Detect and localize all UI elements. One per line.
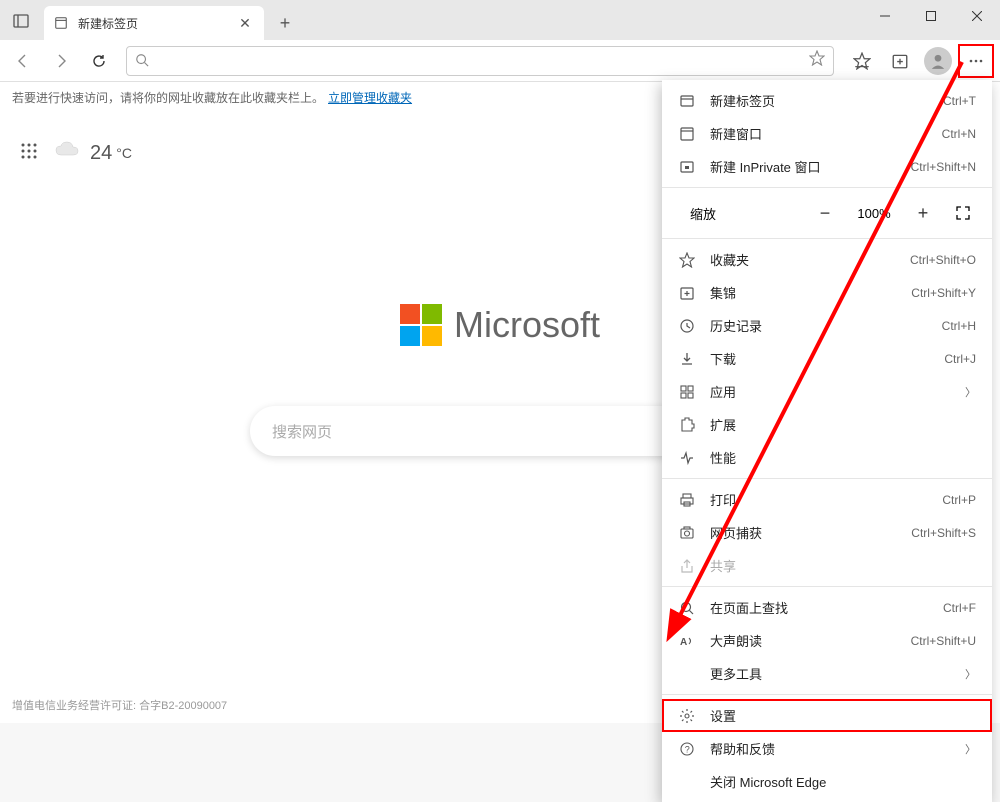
browser-tab[interactable]: 新建标签页 ✕ <box>44 6 264 40</box>
menu-new-window[interactable]: 新建窗口 Ctrl+N <box>662 117 992 150</box>
menu-print[interactable]: 打印 Ctrl+P <box>662 483 992 516</box>
gear-icon <box>678 707 696 725</box>
menu-favorites[interactable]: 收藏夹 Ctrl+Shift+O <box>662 243 992 276</box>
weather-unit: °C <box>116 145 132 161</box>
menu-close-edge[interactable]: 关闭 Microsoft Edge <box>662 765 992 798</box>
menu-history[interactable]: 历史记录 Ctrl+H <box>662 309 992 342</box>
minimize-button[interactable] <box>862 0 908 32</box>
star-icon <box>678 251 696 269</box>
help-icon: ? <box>678 740 696 758</box>
menu-extensions[interactable]: 扩展 <box>662 408 992 441</box>
window-controls <box>862 0 1000 32</box>
history-icon <box>678 317 696 335</box>
zoom-in-button[interactable]: + <box>908 198 938 228</box>
menu-apps[interactable]: 应用 〉 <box>662 375 992 408</box>
menu-collections[interactable]: 集锦 Ctrl+Shift+Y <box>662 276 992 309</box>
tab-close-icon[interactable]: ✕ <box>236 14 254 32</box>
camera-icon <box>678 524 696 542</box>
collections-menu-icon <box>678 284 696 302</box>
close-window-button[interactable] <box>954 0 1000 32</box>
bookmark-hint: 若要进行快速访问，请将你的网址收藏放在此收藏夹栏上。 <box>12 89 324 106</box>
favorites-icon[interactable] <box>844 44 880 78</box>
refresh-button[interactable] <box>82 44 116 78</box>
search-placeholder: 搜索网页 <box>272 421 332 442</box>
menu-find[interactable]: 在页面上查找 Ctrl+F <box>662 591 992 624</box>
menu-settings[interactable]: 设置 <box>662 699 992 732</box>
weather-temp: 24 <box>90 142 112 165</box>
new-tab-button[interactable]: + <box>270 8 300 38</box>
toolbar <box>0 40 1000 82</box>
collections-icon[interactable] <box>882 44 918 78</box>
inprivate-icon <box>678 158 696 176</box>
weather-widget[interactable]: 24 °C <box>54 140 132 166</box>
zoom-out-button[interactable]: − <box>810 198 840 228</box>
menu-web-capture[interactable]: 网页捕获 Ctrl+Shift+S <box>662 516 992 549</box>
menu-more-tools[interactable]: 更多工具 〉 <box>662 657 992 690</box>
more-menu-button[interactable] <box>958 44 994 78</box>
menu-read-aloud[interactable]: A 大声朗读 Ctrl+Shift+U <box>662 624 992 657</box>
menu-help[interactable]: ? 帮助和反馈 〉 <box>662 732 992 765</box>
chevron-right-icon: 〉 <box>965 384 976 400</box>
svg-text:?: ? <box>685 744 690 754</box>
apps-grid-icon[interactable] <box>20 142 38 165</box>
microsoft-logo-icon <box>400 304 442 346</box>
chevron-right-icon: 〉 <box>965 666 976 682</box>
svg-text:A: A <box>680 637 687 648</box>
forward-button[interactable] <box>44 44 78 78</box>
search-icon <box>135 53 151 69</box>
address-bar[interactable] <box>126 46 834 76</box>
tab-title: 新建标签页 <box>78 15 228 32</box>
new-window-icon <box>678 125 696 143</box>
tab-actions-icon[interactable] <box>6 6 36 36</box>
menu-downloads[interactable]: 下载 Ctrl+J <box>662 342 992 375</box>
apps-icon <box>678 383 696 401</box>
page-icon <box>54 15 70 31</box>
print-icon <box>678 491 696 509</box>
zoom-value: 100% <box>850 206 898 221</box>
menu-performance[interactable]: 性能 <box>662 441 992 474</box>
license-footer: 增值电信业务经营许可证: 合字B2-20090007 <box>12 697 227 713</box>
extensions-icon <box>678 416 696 434</box>
fullscreen-button[interactable] <box>948 205 978 221</box>
more-menu-dropdown: 新建标签页 Ctrl+T 新建窗口 Ctrl+N 新建 InPrivate 窗口… <box>662 80 992 802</box>
chevron-right-icon: 〉 <box>965 741 976 757</box>
performance-icon <box>678 449 696 467</box>
menu-new-inprivate[interactable]: 新建 InPrivate 窗口 Ctrl+Shift+N <box>662 150 992 183</box>
manage-favorites-link[interactable]: 立即管理收藏夹 <box>328 89 412 106</box>
favorite-star-icon[interactable] <box>809 50 825 71</box>
menu-new-tab[interactable]: 新建标签页 Ctrl+T <box>662 84 992 117</box>
menu-share: 共享 <box>662 549 992 582</box>
titlebar: 新建标签页 ✕ + <box>0 0 1000 40</box>
read-aloud-icon: A <box>678 632 696 650</box>
maximize-button[interactable] <box>908 0 954 32</box>
share-icon <box>678 557 696 575</box>
back-button[interactable] <box>6 44 40 78</box>
brand-name: Microsoft <box>454 304 600 346</box>
cloud-icon <box>54 140 80 166</box>
find-icon <box>678 599 696 617</box>
new-tab-icon <box>678 92 696 110</box>
download-icon <box>678 350 696 368</box>
menu-zoom: 缩放 − 100% + <box>662 192 992 234</box>
profile-avatar[interactable] <box>920 44 956 78</box>
